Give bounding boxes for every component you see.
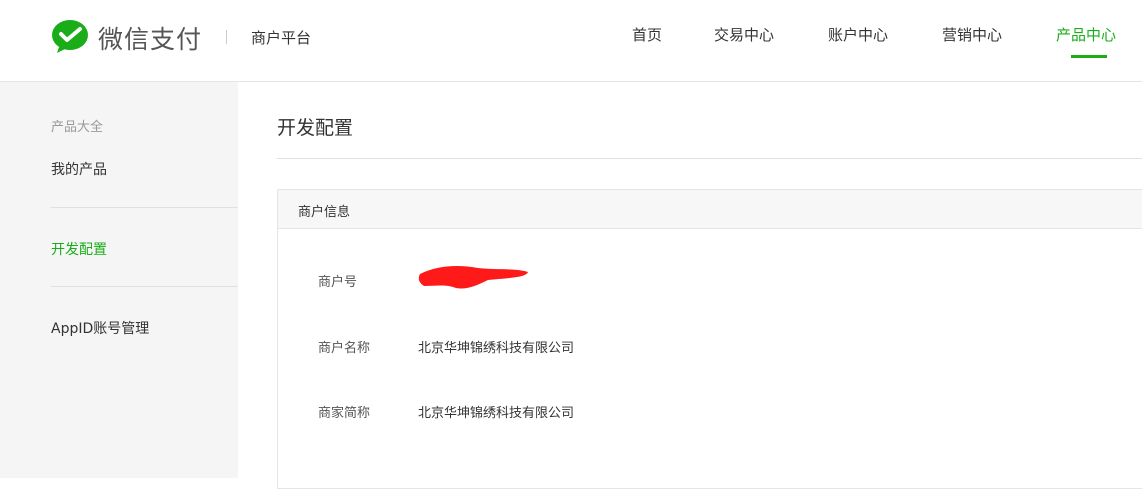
sidebar-heading-product-catalog[interactable]: 产品大全 xyxy=(51,116,103,135)
panel-header-label: 商户信息 xyxy=(298,205,351,220)
sidebar-item-my-products[interactable]: 我的产品 xyxy=(51,159,107,179)
nav-product-center[interactable]: 产品中心 xyxy=(1056,24,1116,45)
panel-header: 商户信息 xyxy=(278,190,1142,229)
sidebar-divider xyxy=(51,207,238,208)
redaction-mark xyxy=(418,266,528,289)
merchant-name-label: 商户名称 xyxy=(318,341,371,356)
top-nav: 首页 交易中心 账户中心 营销中心 产品中心 xyxy=(0,24,1142,64)
nav-account-center[interactable]: 账户中心 xyxy=(828,24,888,45)
merchant-info-panel: 商户信息 商户号 商户名称 北京华坤锦绣科技有限公司 商家简称 北京华坤锦绣科技… xyxy=(277,189,1142,489)
page-title: 开发配置 xyxy=(277,117,354,139)
nav-marketing-center[interactable]: 营销中心 xyxy=(942,24,1002,45)
title-divider xyxy=(277,158,1142,159)
sidebar: 产品大全 我的产品 开发配置 AppID账号管理 xyxy=(0,82,238,478)
top-header: 微信支付 商户平台 首页 交易中心 账户中心 营销中心 产品中心 xyxy=(0,0,1142,82)
nav-home[interactable]: 首页 xyxy=(632,24,662,45)
nav-transaction-center[interactable]: 交易中心 xyxy=(714,24,774,45)
merchant-name-value: 北京华坤锦绣科技有限公司 xyxy=(418,341,575,356)
sidebar-divider xyxy=(51,286,238,287)
merchant-short-name-label: 商家简称 xyxy=(318,406,371,421)
merchant-short-name-value: 北京华坤锦绣科技有限公司 xyxy=(418,406,575,421)
active-nav-indicator xyxy=(1071,55,1107,58)
sidebar-item-appid-management[interactable]: AppID账号管理 xyxy=(51,318,149,338)
merchant-id-label: 商户号 xyxy=(318,275,358,290)
sidebar-item-dev-config[interactable]: 开发配置 xyxy=(51,239,107,259)
